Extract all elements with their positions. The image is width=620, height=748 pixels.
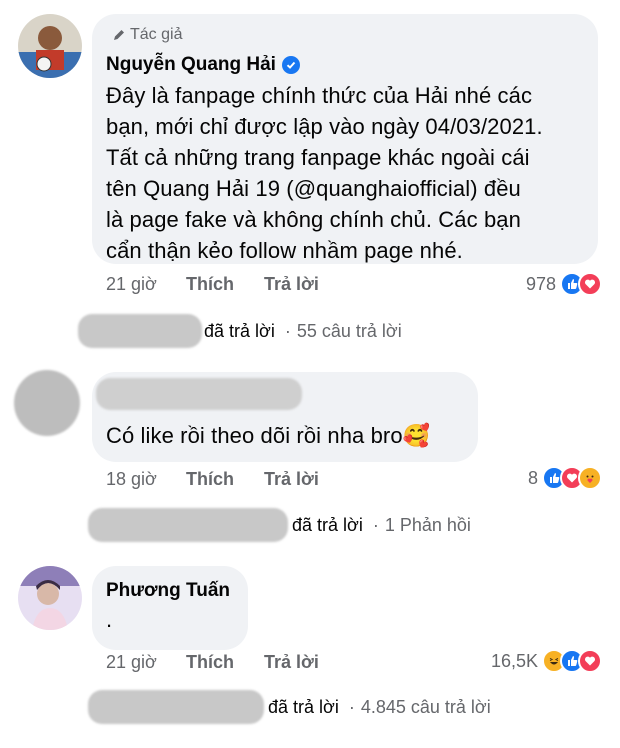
- comment-actions: 21 giờ Thích Trả lời: [106, 652, 319, 673]
- separator: ·: [284, 321, 291, 341]
- reply-count[interactable]: 4.845 câu trả lời: [361, 697, 491, 718]
- redacted-user-name: [88, 508, 288, 542]
- comment-actions: 21 giờ Thích Trả lời: [106, 274, 319, 295]
- reaction-summary[interactable]: 16,5K: [491, 649, 602, 673]
- author-badge: Tác giả: [112, 26, 182, 44]
- reaction-count: 978: [525, 273, 556, 294]
- redacted-user-name: [78, 314, 202, 348]
- comment-timestamp[interactable]: 18 giờ: [106, 469, 186, 490]
- reply-button[interactable]: Trả lời: [264, 469, 319, 490]
- care-icon: [578, 466, 602, 490]
- verified-badge-icon: [281, 56, 300, 74]
- comment-author-name[interactable]: Phương Tuấn: [106, 580, 230, 602]
- comment-author-name[interactable]: Nguyễn Quang Hải: [106, 54, 300, 76]
- reply-thread-link[interactable]: đã trả lời · 1 Phản hồi: [292, 515, 471, 536]
- reaction-count: 16,5K: [490, 650, 538, 671]
- comment-text: Đây là fanpage chính thức của Hải nhé cá…: [106, 83, 543, 263]
- replied-label[interactable]: đã trả lời: [204, 321, 275, 342]
- reply-count[interactable]: 1 Phản hồi: [385, 515, 471, 536]
- replied-label[interactable]: đã trả lời: [268, 697, 339, 718]
- reply-thread-link[interactable]: đã trả lời · 55 câu trả lời: [204, 321, 402, 342]
- comment-actions: 18 giờ Thích Trả lời: [106, 469, 319, 490]
- reaction-summary[interactable]: 978: [526, 272, 602, 296]
- comment-bubble: [92, 566, 248, 650]
- comment-text: .: [106, 607, 113, 632]
- love-icon: [578, 649, 602, 673]
- comment-timestamp[interactable]: 21 giờ: [106, 274, 186, 295]
- love-icon: [578, 272, 602, 296]
- like-button[interactable]: Thích: [186, 469, 264, 490]
- separator: ·: [372, 515, 379, 535]
- redacted-commenter-name: [96, 378, 302, 410]
- author-avatar[interactable]: [18, 14, 82, 78]
- reaction-count: 8: [527, 467, 538, 488]
- author-tag-label: Tác giả: [130, 26, 183, 43]
- reaction-summary[interactable]: 8: [528, 466, 602, 490]
- like-button[interactable]: Thích: [186, 274, 264, 295]
- comment-timestamp[interactable]: 21 giờ: [106, 652, 186, 673]
- like-button[interactable]: Thích: [186, 652, 264, 673]
- comment-text: Có like rồi theo dõi rồi nha bro🥰: [106, 423, 431, 448]
- reply-button[interactable]: Trả lời: [264, 652, 319, 673]
- reply-button[interactable]: Trả lời: [264, 274, 319, 295]
- reply-thread-link[interactable]: đã trả lời · 4.845 câu trả lời: [268, 697, 491, 718]
- separator: ·: [348, 697, 355, 717]
- replied-label[interactable]: đã trả lời: [292, 515, 363, 536]
- commenter-avatar[interactable]: [14, 370, 80, 436]
- redacted-user-name: [88, 690, 264, 724]
- commenter-avatar[interactable]: [18, 566, 82, 630]
- pencil-icon: [114, 30, 124, 40]
- reply-count[interactable]: 55 câu trả lời: [297, 321, 402, 342]
